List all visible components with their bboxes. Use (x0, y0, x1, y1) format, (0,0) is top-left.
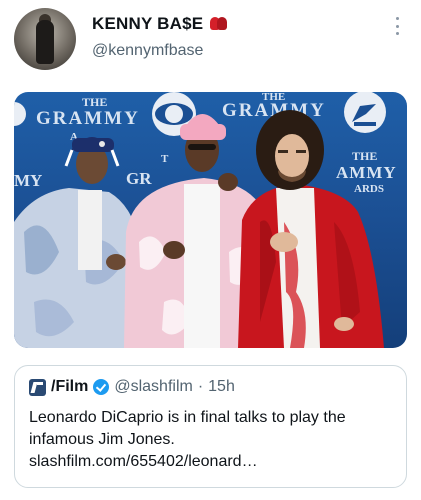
quoted-timestamp[interactable]: 15h (208, 378, 235, 396)
gramophone-logo (344, 92, 386, 133)
avatar[interactable] (14, 8, 76, 70)
quoted-display-name[interactable]: /Film (51, 378, 88, 396)
quoted-text-line: Leonardo DiCaprio is in final talks to p… (29, 409, 346, 426)
quoted-text-line: infamous Jim Jones. (29, 431, 175, 448)
boxing-glove-icon (209, 15, 228, 33)
avatar-figure (36, 20, 54, 64)
quoted-link[interactable]: slashfilm.com/655402/leonard… (29, 451, 399, 473)
backdrop-text: GR (126, 169, 152, 188)
backdrop-text: THE (352, 149, 377, 163)
more-vertical-icon[interactable] (393, 15, 401, 37)
backdrop-text: T (161, 153, 169, 165)
quoted-tweet-text: Leonardo DiCaprio is in final talks to p… (29, 407, 399, 473)
verified-badge-icon (93, 379, 110, 395)
slashfilm-logo-icon[interactable] (29, 378, 46, 396)
backdrop-text: GRAMMY (36, 108, 140, 129)
user-handle[interactable]: @kennymfbase (92, 42, 203, 60)
tweet-photo[interactable]: THE GRAMMY A MY T GR THE GRAMMY THE AMMY… (14, 92, 407, 348)
display-name[interactable]: KENNY BA$E (92, 14, 203, 34)
backdrop-text: THE (82, 95, 107, 109)
photo-scene: THE GRAMMY A MY T GR THE GRAMMY THE AMMY… (14, 92, 397, 348)
separator-dot: · (197, 378, 204, 395)
person-right (238, 110, 384, 348)
backdrop-text: MY (14, 171, 42, 190)
author-name-row[interactable]: KENNY BA$E (92, 14, 228, 34)
quoted-tweet-header: /Film @slashfilm · 15h (29, 378, 235, 396)
quoted-tweet[interactable]: /Film @slashfilm · 15h Leonardo DiCaprio… (14, 365, 407, 488)
backdrop-text: ARDS (354, 183, 384, 195)
backdrop-text: AMMY (336, 163, 397, 182)
gramophone-logo-partial (14, 102, 26, 126)
person-left (14, 137, 142, 348)
quoted-handle[interactable]: @slashfilm (114, 378, 192, 396)
